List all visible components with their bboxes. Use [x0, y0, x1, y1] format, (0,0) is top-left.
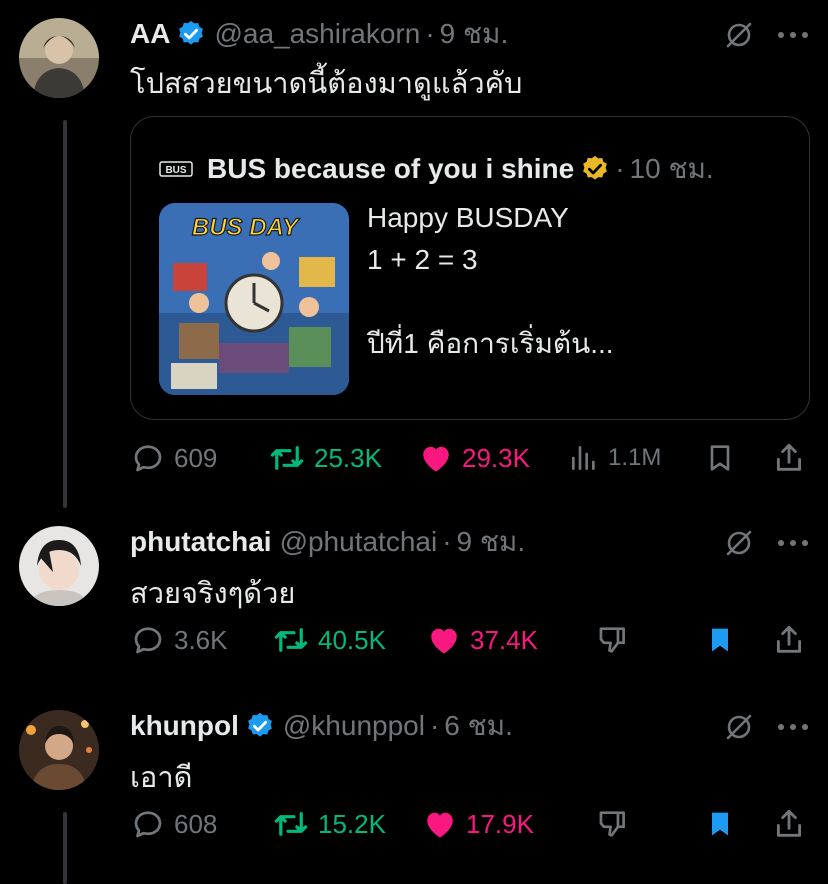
views-count: 1.1M: [608, 444, 662, 471]
repost-icon: [274, 812, 308, 836]
bookmark-button[interactable]: [704, 620, 736, 660]
svg-text:BUS: BUS: [165, 165, 186, 176]
post-text: สวยจริงๆด้วย: [130, 578, 296, 610]
heart-filled-icon: [423, 446, 449, 472]
reply-button[interactable]: 609: [130, 438, 217, 478]
verified-badge-icon: [245, 711, 275, 741]
post-text: โปสสวยขนาดนี้ต้องมาดูแล้วคับ: [130, 68, 523, 100]
repost-icon: [270, 446, 304, 470]
reply-button[interactable]: 608: [130, 804, 217, 844]
share-button[interactable]: [772, 804, 806, 844]
more-options-icon[interactable]: [778, 30, 808, 40]
post-actions: 3.6K 40.5K 37.4K: [130, 620, 810, 660]
quoted-post-text: Happy BUSDAY 1 + 2 = 3 ปีที่1 คือการเริ่…: [367, 197, 614, 365]
quoted-post[interactable]: BUS BUS because of you i shine · 10 ชม.: [130, 116, 810, 420]
bookmark-button[interactable]: [704, 438, 736, 478]
views-chart-icon: [572, 446, 595, 470]
author-handle[interactable]: @aa_ashirakorn: [214, 18, 420, 50]
share-icon: [776, 443, 802, 471]
views-button[interactable]: 1.1M: [568, 438, 661, 478]
reply-count: 609: [174, 442, 218, 473]
grok-icon[interactable]: [724, 712, 754, 742]
repost-count: 15.2K: [318, 808, 386, 839]
quoted-text-line: ปีที่1 คือการเริ่มต้น...: [367, 328, 614, 359]
avatar-image: [19, 18, 99, 98]
like-count: 17.9K: [466, 808, 534, 839]
share-button[interactable]: [772, 620, 806, 660]
separator-dot: ·: [615, 153, 625, 184]
bookmark-filled-icon: [712, 812, 728, 836]
repost-count: 25.3K: [314, 442, 382, 473]
heart-filled-icon: [427, 812, 453, 838]
reply-post[interactable]: phutatchai @phutatchai · 9 ชม. สวยจริงๆด…: [0, 508, 828, 698]
avatar-phutatchai[interactable]: [19, 526, 99, 606]
repost-count: 40.5K: [318, 624, 386, 655]
separator-dot: ·: [425, 18, 435, 49]
bookmark-outline-icon: [710, 445, 730, 471]
grok-icon[interactable]: [724, 20, 754, 50]
grok-icon[interactable]: [724, 528, 754, 558]
post-actions: 609 25.3K 29.3K 1.1M: [130, 438, 810, 478]
separator-dot: ·: [442, 526, 452, 557]
share-icon: [776, 625, 802, 653]
avatar-khunpol[interactable]: [19, 710, 99, 790]
like-count: 29.3K: [462, 442, 530, 473]
quoted-text-line: Happy BUSDAY: [367, 202, 569, 233]
author-handle[interactable]: @phutatchai: [280, 526, 438, 558]
separator-dot: ·: [429, 710, 440, 741]
reply-count: 3.6K: [174, 624, 228, 655]
avatar-image: [19, 710, 99, 790]
share-icon: [776, 809, 802, 837]
quoted-post-time[interactable]: 10 ชม.: [630, 147, 714, 191]
post-text: เอาดี: [130, 762, 193, 794]
dislike-button[interactable]: [596, 620, 630, 660]
avatar-image: [19, 526, 99, 606]
heart-filled-icon: [431, 628, 457, 654]
main-post[interactable]: AA @aa_ashirakorn · 9 ชม. โปสสวยขนาดนี้ต…: [0, 0, 828, 500]
quoted-text-line: 1 + 2 = 3: [367, 244, 478, 275]
like-count: 37.4K: [470, 624, 538, 655]
quoted-post-image[interactable]: BUS DAY: [159, 203, 349, 395]
quoted-post-header: BUS BUS because of you i shine · 10 ชม.: [159, 147, 714, 191]
post-time[interactable]: 9 ชม.: [440, 12, 509, 56]
reply-icon: [134, 445, 162, 472]
share-button[interactable]: [772, 438, 806, 478]
reply-icon: [134, 627, 162, 654]
repost-button[interactable]: 25.3K: [268, 438, 382, 478]
reply-count: 608: [174, 808, 218, 839]
post-actions: 608 15.2K 17.9K: [130, 804, 810, 844]
bookmark-button[interactable]: [704, 804, 736, 844]
author-name[interactable]: khunpol: [130, 710, 239, 742]
repost-icon: [274, 628, 308, 652]
author-handle[interactable]: @khunppol: [283, 710, 425, 742]
like-button[interactable]: 37.4K: [426, 620, 538, 660]
verified-gold-badge-icon: [580, 154, 610, 184]
quoted-text-line: [367, 281, 614, 323]
reply-post[interactable]: khunpol @khunppol · 6 ชม. เอาดี 608 15.2…: [0, 692, 828, 884]
thumbs-down-icon: [599, 627, 625, 653]
more-options-icon[interactable]: [778, 538, 808, 548]
author-name[interactable]: AA: [130, 18, 170, 50]
repost-button[interactable]: 40.5K: [272, 620, 386, 660]
bookmark-filled-icon: [712, 628, 728, 652]
like-button[interactable]: 29.3K: [418, 438, 530, 478]
svg-text:BUS DAY: BUS DAY: [192, 214, 300, 241]
like-button[interactable]: 17.9K: [422, 804, 534, 844]
dislike-button[interactable]: [596, 804, 630, 844]
bus-logo-icon: BUS: [159, 161, 193, 177]
repost-button[interactable]: 15.2K: [272, 804, 386, 844]
post-time[interactable]: 9 ชม.: [457, 520, 526, 564]
reply-icon: [134, 811, 162, 838]
more-options-icon[interactable]: [778, 722, 808, 732]
verified-badge-icon: [176, 19, 206, 49]
avatar-aa[interactable]: [19, 18, 99, 98]
author-name[interactable]: phutatchai: [130, 526, 272, 558]
reply-button[interactable]: 3.6K: [130, 620, 228, 660]
quoted-author-name[interactable]: BUS because of you i shine: [207, 153, 574, 185]
thumbs-down-icon: [599, 811, 625, 837]
post-time[interactable]: 6 ชม.: [444, 704, 513, 748]
